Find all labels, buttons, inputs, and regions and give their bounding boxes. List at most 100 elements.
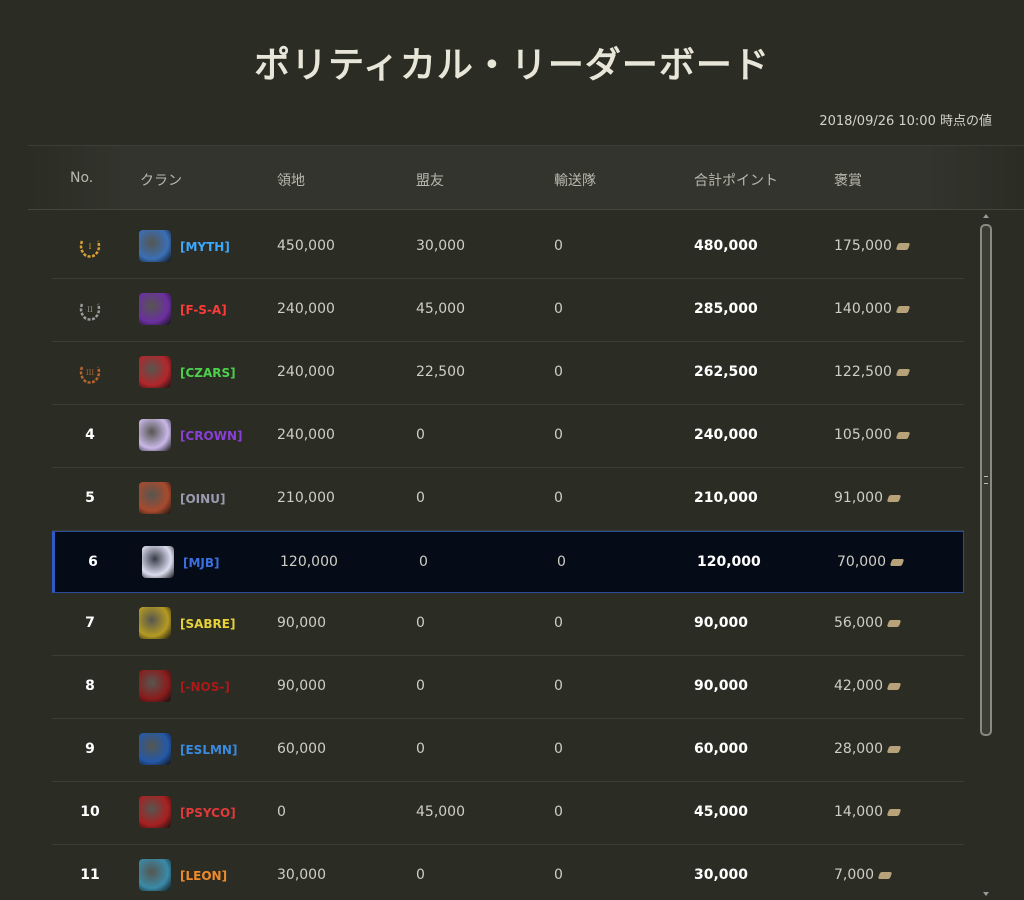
svg-text:III: III [86, 369, 95, 377]
clan-emblem-icon[interactable] [139, 670, 171, 702]
scrollbar[interactable] [980, 224, 992, 736]
total-points-value: 60,000 [694, 741, 749, 757]
clan-emblem-icon[interactable] [139, 796, 171, 828]
clan-tag[interactable]: [CROWN] [180, 429, 243, 443]
table-row[interactable]: 5 [OINU] 210,000 0 0 210,000 91,000 [52, 468, 964, 531]
header-allies: 盟友 [416, 173, 444, 189]
clan-tag[interactable]: [-NOS-] [180, 680, 230, 694]
convoy-value: 0 [554, 615, 563, 631]
reward-value: 56,000 [834, 615, 902, 631]
table-row[interactable]: III [CZARS] 240,000 22,500 0 262,500 122,500 [52, 342, 964, 405]
reward-value: 42,000 [834, 678, 902, 694]
clan-tag[interactable]: [ESLMN] [180, 743, 237, 757]
territory-value: 30,000 [277, 867, 326, 883]
table-row[interactable]: 6 [MJB] 120,000 0 0 120,000 70,000 [52, 531, 964, 593]
territory-value: 450,000 [277, 238, 335, 254]
clan-emblem-icon[interactable] [139, 293, 171, 325]
reward-value: 105,000 [834, 427, 911, 443]
reward-value: 140,000 [834, 301, 911, 317]
total-points-value: 262,500 [694, 364, 758, 380]
convoy-value: 0 [554, 427, 563, 443]
reward-value: 175,000 [834, 238, 911, 254]
clan-tag[interactable]: [CZARS] [180, 366, 236, 380]
timestamp: 2018/09/26 10:00 時点の値 [819, 114, 992, 129]
allies-value: 45,000 [416, 804, 465, 820]
convoy-value: 0 [554, 867, 563, 883]
table-row[interactable]: 4 [CROWN] 240,000 0 0 240,000 105,000 [52, 405, 964, 468]
clan-emblem-icon[interactable] [139, 482, 171, 514]
total-points-value: 30,000 [694, 867, 749, 883]
clan-tag[interactable]: [OINU] [180, 492, 225, 506]
clan-emblem-icon[interactable] [139, 419, 171, 451]
territory-value: 60,000 [277, 741, 326, 757]
convoy-value: 0 [557, 554, 566, 570]
table-row[interactable]: 9 [ESLMN] 60,000 0 0 60,000 28,000 [52, 719, 964, 782]
allies-value: 22,500 [416, 364, 465, 380]
convoy-value: 0 [554, 238, 563, 254]
table-row[interactable]: 11 [LEON] 30,000 0 0 30,000 7,000 [52, 845, 964, 900]
reward-amount: 140,000 [834, 301, 892, 317]
territory-value: 240,000 [277, 301, 335, 317]
clan-emblem-icon[interactable] [139, 607, 171, 639]
total-points-value: 285,000 [694, 301, 758, 317]
clan-tag[interactable]: [MYTH] [180, 240, 230, 254]
scroll-down-icon[interactable] [983, 892, 989, 896]
leaderboard-rows: I [MYTH] 450,000 30,000 0 480,000 175,000 II [F-… [52, 216, 964, 900]
clan-tag[interactable]: [LEON] [180, 869, 227, 883]
territory-value: 240,000 [277, 427, 335, 443]
total-points-value: 90,000 [694, 678, 749, 694]
clan-emblem-icon[interactable] [139, 859, 171, 891]
reward-value: 122,500 [834, 364, 911, 380]
rank-number: 10 [80, 804, 100, 820]
territory-value: 0 [277, 804, 286, 820]
clan-emblem-icon[interactable] [142, 546, 174, 578]
allies-value: 30,000 [416, 238, 465, 254]
table-row[interactable]: I [MYTH] 450,000 30,000 0 480,000 175,000 [52, 216, 964, 279]
scroll-grip-icon [984, 476, 988, 484]
currency-icon [886, 682, 902, 690]
currency-icon [886, 619, 902, 627]
rank-number: 4 [85, 427, 95, 443]
page-title: ポリティカル・リーダーボード [254, 45, 770, 86]
rank-number: 9 [85, 741, 95, 757]
clan-tag[interactable]: [SABRE] [180, 617, 235, 631]
rank-number: 5 [85, 490, 95, 506]
total-points-value: 90,000 [694, 615, 749, 631]
table-row[interactable]: 7 [SABRE] 90,000 0 0 90,000 56,000 [52, 593, 964, 656]
rank-number: 8 [85, 678, 95, 694]
leaderboard-page: ポリティカル・リーダーボード 2018/09/26 10:00 時点の値 No.… [0, 0, 1024, 900]
reward-value: 28,000 [834, 741, 902, 757]
territory-value: 240,000 [277, 364, 335, 380]
reward-amount: 28,000 [834, 741, 883, 757]
allies-value: 0 [416, 615, 425, 631]
svg-text:II: II [87, 306, 93, 314]
territory-value: 90,000 [277, 678, 326, 694]
total-points-value: 240,000 [694, 427, 758, 443]
territory-value: 120,000 [280, 554, 338, 570]
reward-value: 7,000 [834, 867, 893, 883]
table-row[interactable]: 8 [-NOS-] 90,000 0 0 90,000 42,000 [52, 656, 964, 719]
convoy-value: 0 [554, 678, 563, 694]
header-clan: クラン [140, 173, 182, 189]
total-points-value: 210,000 [694, 490, 758, 506]
convoy-value: 0 [554, 741, 563, 757]
clan-tag[interactable]: [F-S-A] [180, 303, 227, 317]
table-row[interactable]: 10 [PSYCO] 0 45,000 0 45,000 14,000 [52, 782, 964, 845]
reward-value: 14,000 [834, 804, 902, 820]
currency-icon [895, 431, 911, 439]
reward-amount: 56,000 [834, 615, 883, 631]
header-territory: 領地 [277, 173, 305, 189]
clan-tag[interactable]: [MJB] [183, 556, 220, 570]
reward-value: 70,000 [837, 554, 905, 570]
total-points-value: 45,000 [694, 804, 749, 820]
currency-icon [886, 745, 902, 753]
clan-emblem-icon[interactable] [139, 733, 171, 765]
clan-tag[interactable]: [PSYCO] [180, 806, 236, 820]
rank-number: 7 [85, 615, 95, 631]
clan-emblem-icon[interactable] [139, 230, 171, 262]
table-row[interactable]: II [F-S-A] 240,000 45,000 0 285,000 140,000 [52, 279, 964, 342]
currency-icon [895, 305, 911, 313]
scroll-up-icon[interactable] [983, 214, 989, 218]
clan-emblem-icon[interactable] [139, 356, 171, 388]
reward-amount: 122,500 [834, 364, 892, 380]
